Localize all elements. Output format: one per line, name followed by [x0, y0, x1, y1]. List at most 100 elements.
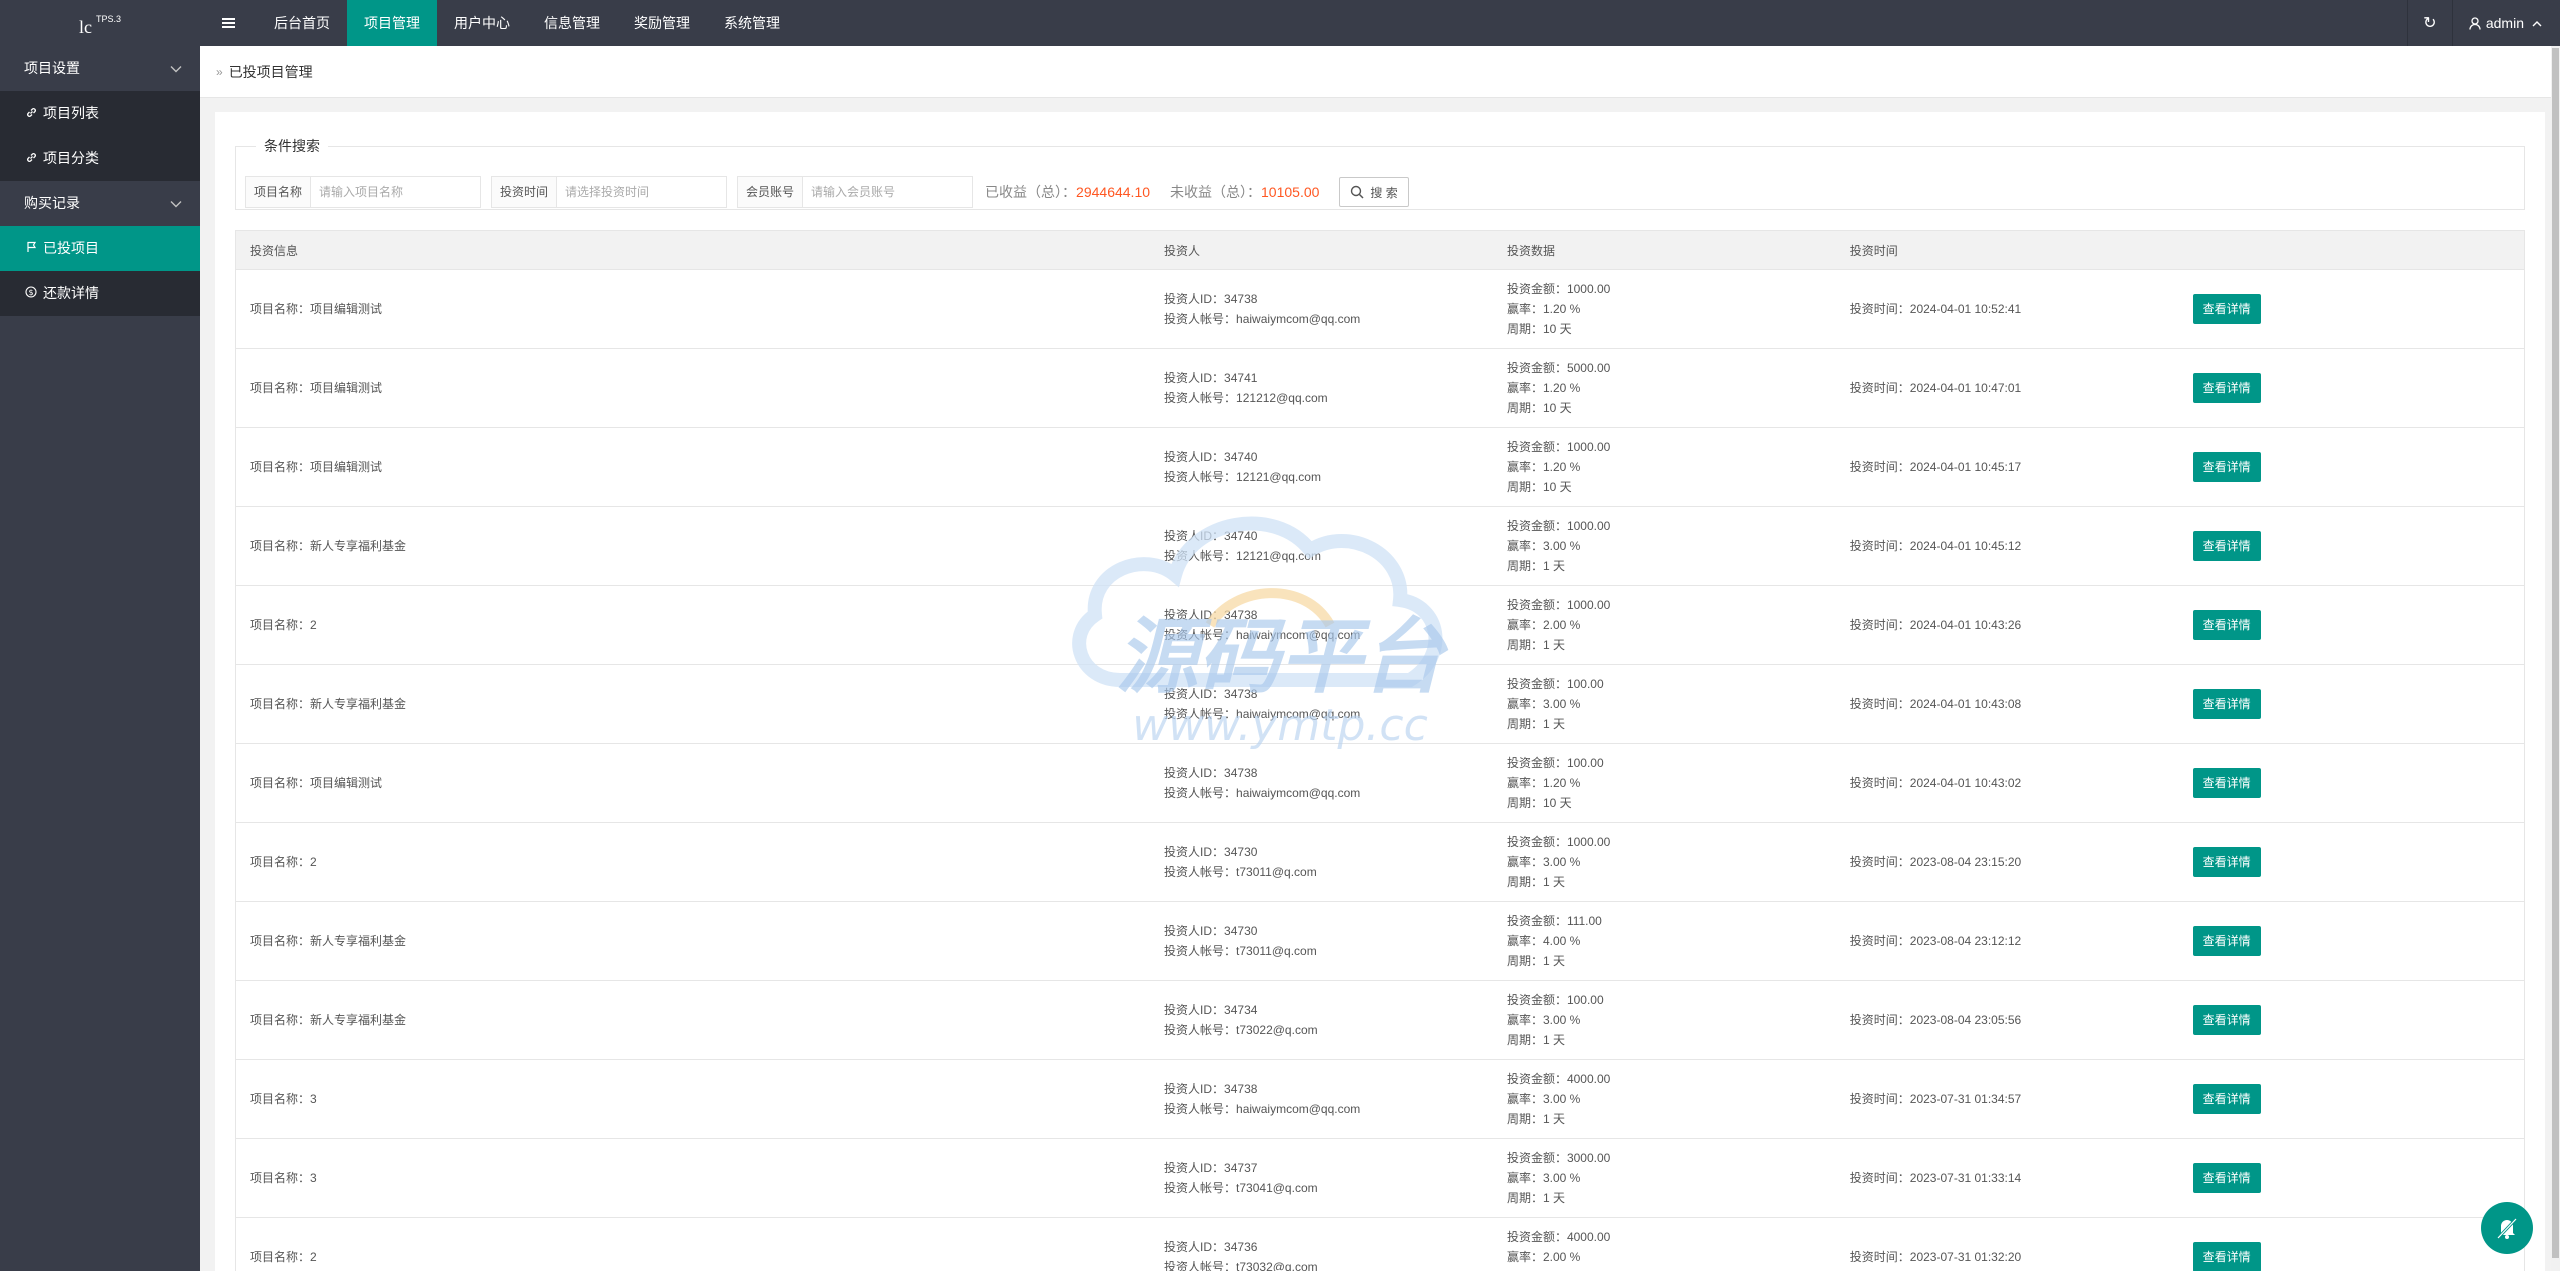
breadcrumb-current[interactable]: 已投项目管理	[229, 62, 313, 82]
view-detail-button[interactable]: 查看详情	[2192, 768, 2261, 798]
search-button[interactable]: 搜 索	[1339, 177, 1409, 207]
svg-text:$: $	[28, 288, 33, 297]
view-detail-button[interactable]: 查看详情	[2192, 1242, 2261, 1271]
sidebar-group[interactable]: 购买记录	[0, 181, 200, 226]
sidebar-item-label: 项目列表	[43, 105, 99, 121]
investment-period: 周期：1 天	[1506, 638, 1565, 652]
view-detail-button[interactable]: 查看详情	[2192, 452, 2261, 482]
investment-period: 周期：10 天	[1506, 401, 1572, 415]
investment-data-cell: 投资金额：1000.00 赢率：1.20 % 周期：10 天	[1492, 269, 1836, 349]
investor-account: 投资人帐号：121212@qq.com	[1164, 391, 1328, 405]
project-name-cell: 项目名称：新人专享福利基金	[235, 901, 1151, 981]
investor-cell: 投资人ID：34730 投资人帐号：t73011@q.com	[1150, 901, 1493, 981]
action-cell: 查看详情	[2178, 269, 2525, 349]
investment-amount: 投资金额：100.00	[1506, 677, 1604, 691]
action-cell: 查看详情	[2178, 585, 2525, 665]
investment-data-cell: 投资金额：1000.00 赢率：3.00 % 周期：1 天	[1492, 822, 1836, 902]
investment-data-cell: 投资金额：4000.00 赢率：2.00 % 周期：1 天	[1492, 1217, 1836, 1271]
investment-data-cell: 投资金额：100.00 赢率：3.00 % 周期：1 天	[1492, 980, 1836, 1060]
investor-account: 投资人帐号：haiwaiymcom@qq.com	[1164, 312, 1361, 326]
view-detail-button[interactable]: 查看详情	[2192, 1084, 2261, 1114]
invest-time-label: 投资时间	[491, 176, 558, 208]
table-row: 项目名称：新人专享福利基金 投资人ID：34734 投资人帐号：t73022@q.c…	[235, 980, 2525, 1060]
investor-account: 投资人帐号：haiwaiymcom@qq.com	[1164, 1102, 1361, 1116]
investment-amount: 投资金额：1000.00	[1506, 598, 1611, 612]
sidebar-group[interactable]: 项目设置	[0, 46, 200, 91]
menu-toggle-button[interactable]	[210, 0, 246, 46]
investor-account: 投资人帐号：t73022@q.com	[1164, 1023, 1318, 1037]
member-account-input[interactable]	[803, 176, 974, 208]
vertical-scrollbar[interactable]	[2551, 46, 2560, 1271]
investor-account: 投资人帐号：t73041@q.com	[1164, 1181, 1318, 1195]
investor-account: 投资人帐号：12121@qq.com	[1164, 470, 1321, 484]
top-nav-item[interactable]: 信息管理	[527, 0, 617, 46]
hamburger-icon	[221, 22, 235, 24]
view-detail-button[interactable]: 查看详情	[2192, 926, 2261, 956]
investor-account: 投资人帐号：haiwaiymcom@qq.com	[1164, 786, 1361, 800]
top-nav-item[interactable]: 系统管理	[707, 0, 797, 46]
investor-id: 投资人ID：34730	[1164, 845, 1258, 859]
investment-time-cell: 投资时间：2023-08-04 23:15:20	[1835, 822, 2179, 902]
earned-total-label: 已收益（总）：	[985, 184, 1077, 200]
floating-action-button[interactable]	[2481, 1202, 2533, 1254]
investment-data-cell: 投资金额：1000.00 赢率：1.20 % 周期：10 天	[1492, 427, 1836, 507]
view-detail-button[interactable]: 查看详情	[2192, 610, 2261, 640]
top-nav-item[interactable]: 用户中心	[437, 0, 527, 46]
investment-rate: 赢率：3.00 %	[1506, 1092, 1581, 1106]
investment-period: 周期：1 天	[1506, 559, 1565, 573]
investment-amount: 投资金额：4000.00	[1506, 1072, 1611, 1086]
sidebar-item[interactable]: 项目列表	[0, 91, 200, 136]
investor-id: 投资人ID：34738	[1164, 608, 1258, 622]
invest-time-input[interactable]	[557, 176, 728, 208]
investor-id: 投资人ID：34736	[1164, 1240, 1258, 1254]
unearned-total-label: 未收益（总）：	[1170, 184, 1262, 200]
investment-rate: 赢率：1.20 %	[1506, 776, 1581, 790]
table-row: 项目名称：2 投资人ID：34736 投资人帐号：t73032@q.com 投资金额：…	[235, 1217, 2525, 1271]
scrollbar-thumb[interactable]	[2552, 48, 2559, 1258]
project-name-input[interactable]	[311, 176, 482, 208]
top-nav: 后台首页 项目管理 用户中心 信息管理 奖励管理 系统管理	[257, 0, 797, 46]
investment-amount: 投资金额：1000.00	[1506, 835, 1611, 849]
project-name-cell: 项目名称：2	[235, 585, 1151, 665]
user-menu[interactable]: admin	[2453, 0, 2560, 46]
logo[interactable]: lc TPS.3	[0, 0, 200, 46]
top-nav-item[interactable]: 后台首页	[257, 0, 347, 46]
view-detail-button[interactable]: 查看详情	[2192, 847, 2261, 877]
investment-time-cell: 投资时间：2024-04-01 10:52:41	[1835, 269, 2179, 349]
view-detail-button[interactable]: 查看详情	[2192, 531, 2261, 561]
investment-period: 周期：1 天	[1506, 875, 1565, 889]
top-nav-item[interactable]: 项目管理	[347, 0, 437, 46]
investment-amount: 投资金额：4000.00	[1506, 1230, 1611, 1244]
investor-cell: 投资人ID：34738 投资人帐号：haiwaiymcom@qq.com	[1150, 1059, 1493, 1139]
search-form: 条件搜索 项目名称 投资时间 会员账号 已收益（总）：2944644.10 未收…	[235, 136, 2525, 210]
investment-time-cell: 投资时间：2023-08-04 23:12:12	[1835, 901, 2179, 981]
project-name-cell: 项目名称：2	[235, 1217, 1151, 1271]
view-detail-button[interactable]: 查看详情	[2192, 689, 2261, 719]
refresh-button[interactable]: ↻	[2406, 0, 2453, 46]
investor-account: 投资人帐号：t73032@q.com	[1164, 1260, 1318, 1271]
earned-total-value: 2944644.10	[1076, 184, 1151, 200]
sidebar-item[interactable]: 项目分类	[0, 136, 200, 181]
investor-id: 投资人ID：34738	[1164, 766, 1258, 780]
sidebar-item[interactable]: $ 还款详情	[0, 271, 200, 316]
view-detail-button[interactable]: 查看详情	[2192, 373, 2261, 403]
investor-id: 投资人ID：34734	[1164, 1003, 1258, 1017]
action-cell: 查看详情	[2178, 980, 2525, 1060]
project-name-cell: 项目名称：新人专享福利基金	[235, 664, 1151, 744]
view-detail-button[interactable]: 查看详情	[2192, 294, 2261, 324]
investor-cell: 投资人ID：34740 投资人帐号：12121@qq.com	[1150, 427, 1493, 507]
project-name-cell: 项目名称：项目编辑测试	[235, 427, 1151, 507]
view-detail-button[interactable]: 查看详情	[2192, 1163, 2261, 1193]
earned-total: 已收益（总）：2944644.10	[985, 182, 1150, 202]
investment-period: 周期：10 天	[1506, 322, 1572, 336]
top-nav-item[interactable]: 奖励管理	[617, 0, 707, 46]
investor-cell: 投资人ID：34738 投资人帐号：haiwaiymcom@qq.com	[1150, 269, 1493, 349]
sidebar-group-label: 项目设置	[24, 60, 80, 76]
view-detail-button[interactable]: 查看详情	[2192, 1005, 2261, 1035]
sidebar-item[interactable]: 已投项目	[0, 226, 200, 271]
sidebar: 项目设置项目列表项目分类 购买记录 已投项目 $ 还款详情	[0, 46, 200, 1271]
search-icon	[1351, 185, 1364, 199]
table-row: 项目名称：3 投资人ID：34738 投资人帐号：haiwaiymcom@qq.co…	[235, 1059, 2525, 1139]
investor-cell: 投资人ID：34736 投资人帐号：t73032@q.com	[1150, 1217, 1493, 1271]
investment-rate: 赢率：2.00 %	[1506, 1250, 1581, 1264]
